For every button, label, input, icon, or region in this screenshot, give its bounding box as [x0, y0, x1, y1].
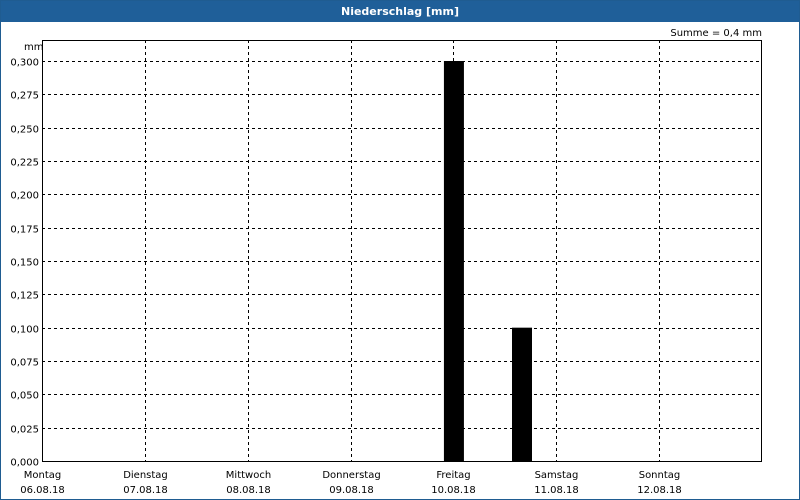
y-tick-label: 0,100: [10, 325, 39, 336]
x-tick-day-label: Freitag: [436, 470, 470, 481]
x-tick-day-label: Dienstag: [123, 470, 168, 481]
x-tick-day-label: Mittwoch: [226, 470, 271, 481]
x-tick-date-label: 09.08.18: [329, 485, 374, 496]
plot-area-border: [42, 40, 762, 462]
y-tick-label: 0,125: [10, 291, 39, 302]
grid-lines: [42, 40, 762, 461]
precipitation-bar: [443, 61, 464, 461]
precipitation-bar: [512, 327, 532, 461]
x-tick-day-label: Samstag: [535, 470, 579, 481]
y-tick-labels: 0,000 0,025 0,050 0,075 0,100 0,125 0,150 0,175…: [10, 58, 39, 469]
y-tick-label: 0,275: [10, 91, 39, 102]
y-tick-label: 0,300: [10, 58, 39, 69]
x-tick-date-label: 08.08.18: [226, 485, 271, 496]
x-tick-day-label: Sonntag: [639, 470, 681, 481]
y-tick-label: 0,225: [10, 158, 39, 169]
x-tick-day-label: Montag: [24, 470, 61, 481]
axes: [42, 40, 762, 462]
x-tick-date-label: 11.08.18: [534, 485, 579, 496]
y-tick-label: 0,075: [10, 358, 39, 369]
y-tick-label: 0,175: [10, 225, 39, 236]
y-tick-label: 0,000: [10, 458, 39, 469]
y-tick-label: 0,150: [10, 258, 39, 269]
y-tick-label: 0,050: [10, 391, 39, 402]
y-tick-label: 0,025: [10, 425, 39, 436]
x-tick-day-label: Donnerstag: [322, 470, 380, 481]
sum-label: Summe = 0,4 mm: [670, 28, 762, 39]
y-tick-label: 0,250: [10, 125, 39, 136]
precipitation-chart: mm Summe = 0,4 mm 0,0000,0250,0500,0750,…: [10, 28, 762, 496]
y-axis-unit-label: mm: [24, 42, 43, 53]
x-tick-date-label: 10.08.18: [431, 485, 476, 496]
x-tick-labels: Montag 06.08.18 Dienstag 07.08.18 Mittwoch 08…: [20, 470, 682, 496]
x-tick-date-label: 07.08.18: [123, 485, 168, 496]
x-tick-date-label: 12.08.18: [637, 485, 682, 496]
y-tick-label: 0,200: [10, 191, 39, 202]
x-tick-date-label: 06.08.18: [20, 485, 65, 496]
